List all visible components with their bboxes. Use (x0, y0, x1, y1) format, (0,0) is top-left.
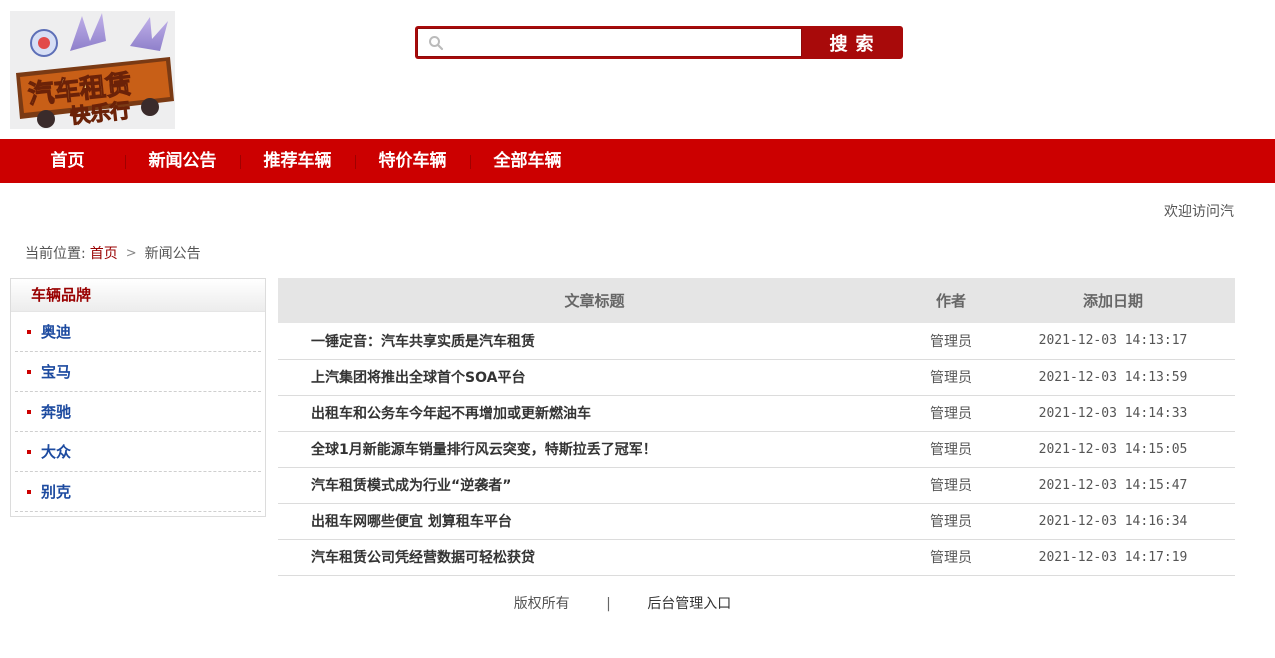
search-field-wrapper (417, 28, 802, 57)
bullet-icon (27, 449, 31, 454)
search-button[interactable]: 搜索 (802, 28, 901, 57)
article-title-link[interactable]: 出租车网哪些便宜 划算租车平台 (278, 503, 911, 540)
table-row: 全球1月新能源车销量排行风云突变，特斯拉丢了冠军！ 管理员 2021-12-03… (278, 431, 1235, 468)
brand-item-mercedes[interactable]: 奔驰 (15, 392, 261, 432)
article-title-link[interactable]: 汽车租赁模式成为行业“逆袭者” (278, 467, 911, 504)
brand-label: 大众 (41, 443, 72, 461)
brand-item-volkswagen[interactable]: 大众 (15, 432, 261, 472)
article-date: 2021-12-03 14:14:33 (991, 395, 1235, 432)
welcome-marquee: 欢迎访问汽 (1164, 204, 1234, 220)
article-title-link[interactable]: 全球1月新能源车销量排行风云突变，特斯拉丢了冠军！ (278, 431, 911, 468)
breadcrumb-home-link[interactable]: 首页 (90, 243, 118, 263)
article-author: 管理员 (911, 503, 991, 540)
nav-item-home[interactable]: 首页 (10, 139, 125, 183)
breadcrumb-current: 新闻公告 (144, 246, 201, 262)
article-author: 管理员 (911, 539, 991, 576)
breadcrumb-separator: > (125, 245, 137, 261)
article-author: 管理员 (911, 467, 991, 504)
brand-label: 宝马 (41, 363, 72, 381)
article-author: 管理员 (911, 431, 991, 468)
table-row: 汽车租赁公司凭经营数据可轻松获贷 管理员 2021-12-03 14:17:19 (278, 539, 1235, 576)
breadcrumb: 当前位置: 首页 > 新闻公告 (25, 243, 201, 263)
column-header-author: 作者 (911, 278, 991, 323)
article-title-link[interactable]: 一锤定音：汽车共享实质是汽车租赁 (278, 323, 911, 360)
nav-item-all-cars[interactable]: 全部车辆 (470, 139, 585, 183)
table-row: 出租车和公务车今年起不再增加或更新燃油车 管理员 2021-12-03 14:1… (278, 395, 1235, 432)
main-nav: 首页 新闻公告 推荐车辆 特价车辆 全部车辆 (0, 139, 1275, 183)
table-row: 一锤定音：汽车共享实质是汽车租赁 管理员 2021-12-03 14:13:17 (278, 323, 1235, 360)
table-row: 汽车租赁模式成为行业“逆袭者” 管理员 2021-12-03 14:15:47 (278, 467, 1235, 504)
search-bar: 搜索 (415, 26, 903, 59)
article-date: 2021-12-03 14:13:17 (991, 323, 1235, 360)
sidebar-title: 车辆品牌 (11, 279, 265, 312)
article-date: 2021-12-03 14:15:47 (991, 467, 1235, 504)
admin-entry-link[interactable]: 后台管理入口 (647, 593, 731, 613)
bullet-icon (27, 409, 31, 414)
table-row: 上汽集团将推出全球首个SOA平台 管理员 2021-12-03 14:13:59 (278, 359, 1235, 396)
nav-item-news[interactable]: 新闻公告 (125, 139, 240, 183)
brand-item-buick[interactable]: 别克 (15, 472, 261, 512)
bullet-icon (27, 369, 31, 374)
footer-copyright: 版权所有 (513, 596, 570, 612)
footer: 版权所有 | 后台管理入口 (0, 593, 1245, 613)
article-author: 管理员 (911, 323, 991, 360)
site-logo[interactable]: 汽车租赁 快乐行 (10, 11, 175, 129)
article-title-link[interactable]: 上汽集团将推出全球首个SOA平台 (278, 359, 911, 396)
article-date: 2021-12-03 14:13:59 (991, 359, 1235, 396)
brand-label: 别克 (41, 483, 72, 501)
article-title-link[interactable]: 出租车和公务车今年起不再增加或更新燃油车 (278, 395, 911, 432)
nav-item-special-offers[interactable]: 特价车辆 (355, 139, 470, 183)
article-title-link[interactable]: 汽车租赁公司凭经营数据可轻松获贷 (278, 539, 911, 576)
search-icon (428, 35, 444, 51)
column-header-title: 文章标题 (278, 278, 911, 323)
nav-item-recommended[interactable]: 推荐车辆 (240, 139, 355, 183)
table-row: 出租车网哪些便宜 划算租车平台 管理员 2021-12-03 14:16:34 (278, 503, 1235, 540)
brand-label: 奔驰 (41, 403, 72, 421)
article-date: 2021-12-03 14:16:34 (991, 503, 1235, 540)
brand-item-audi[interactable]: 奥迪 (15, 312, 261, 352)
article-date: 2021-12-03 14:17:19 (991, 539, 1235, 576)
brand-label: 奥迪 (41, 323, 72, 341)
breadcrumb-prefix: 当前位置: (25, 246, 86, 262)
news-table: 文章标题 作者 添加日期 一锤定音：汽车共享实质是汽车租赁 管理员 2021-1… (278, 278, 1235, 576)
search-input[interactable] (450, 29, 801, 56)
logo-line2: 快乐行 (69, 98, 131, 128)
footer-divider: | (606, 596, 611, 612)
brand-sidebar: 车辆品牌 奥迪 宝马 奔驰 大众 别克 (10, 278, 266, 517)
table-header-row: 文章标题 作者 添加日期 (278, 278, 1235, 323)
article-author: 管理员 (911, 359, 991, 396)
bullet-icon (27, 489, 31, 494)
column-header-date: 添加日期 (991, 278, 1235, 323)
brand-list: 奥迪 宝马 奔驰 大众 别克 (11, 312, 265, 512)
brand-item-bmw[interactable]: 宝马 (15, 352, 261, 392)
article-date: 2021-12-03 14:15:05 (991, 431, 1235, 468)
bullet-icon (27, 329, 31, 334)
article-author: 管理员 (911, 395, 991, 432)
